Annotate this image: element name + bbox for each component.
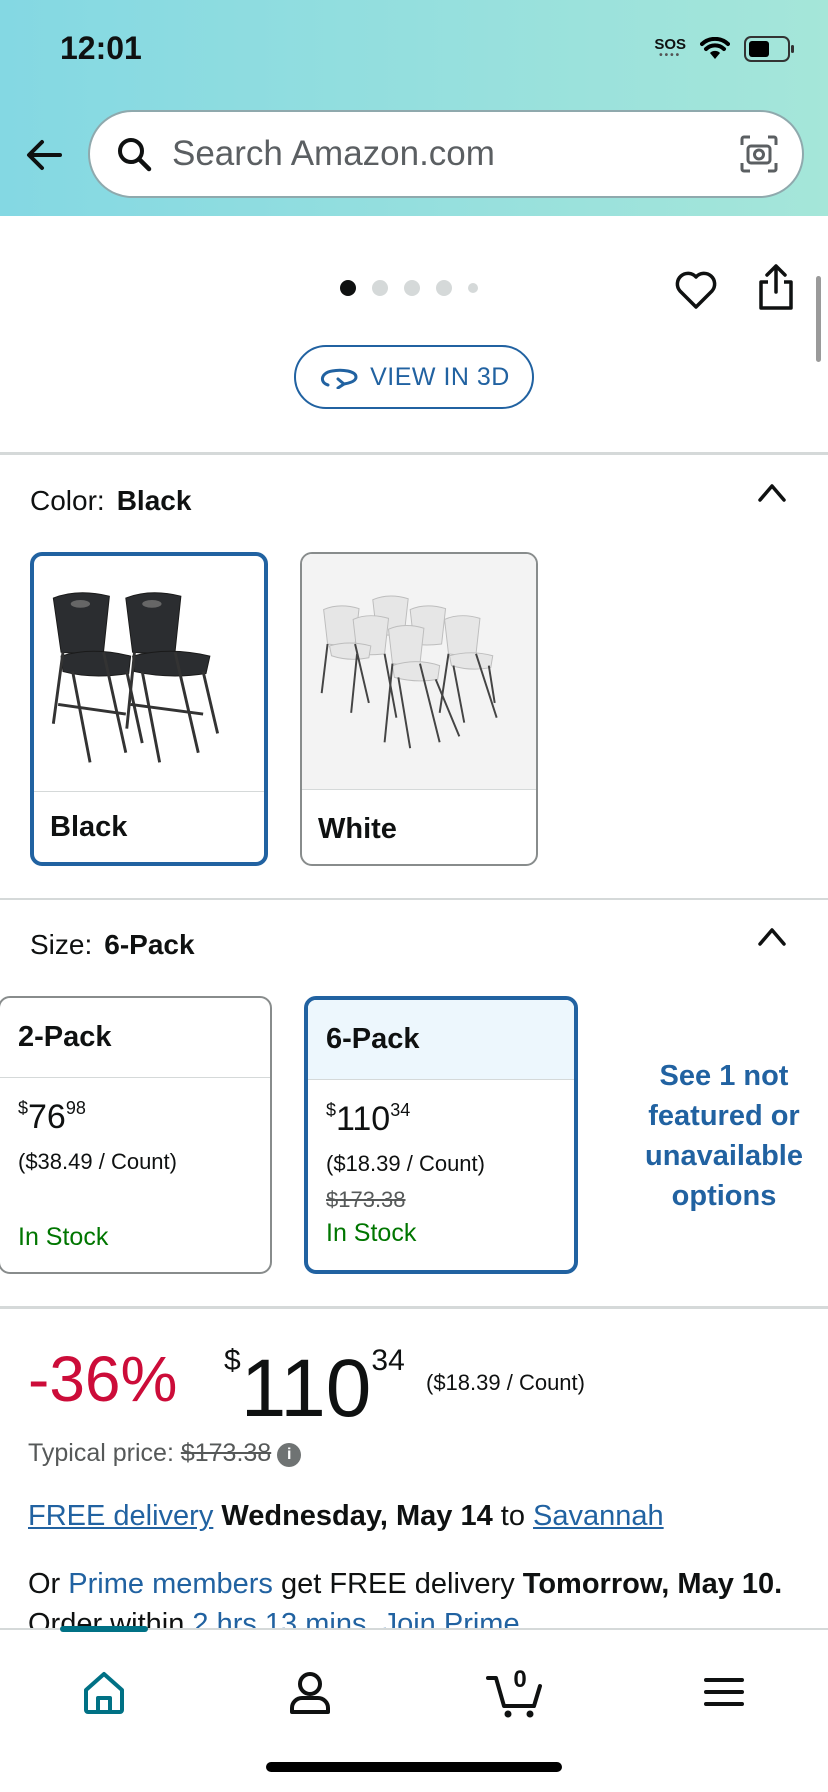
pager-dot[interactable] [468, 283, 478, 293]
pager-dot[interactable] [436, 280, 452, 296]
size-option-6-pack[interactable]: 6-Pack $11034 ($18.39 / Count) $173.38 I… [304, 996, 578, 1274]
size-label: Size: 6-Pack [30, 929, 195, 960]
active-tab-indicator [60, 1626, 148, 1632]
wifi-icon [700, 37, 730, 59]
discount-percent: -36% [28, 1343, 178, 1415]
pager-dot[interactable] [404, 280, 420, 296]
account-icon[interactable] [278, 1660, 342, 1724]
stock-status: In Stock [326, 1219, 417, 1247]
image-pager[interactable] [340, 280, 478, 296]
black-chair-image [34, 592, 264, 792]
size-option-price: $7698 [18, 1098, 86, 1136]
see-unavailable-options-link[interactable]: See 1 not featured or unavailable option… [630, 1056, 818, 1216]
selected-color: Black [116, 485, 192, 516]
search-icon [118, 138, 152, 172]
current-price: $11034 [224, 1343, 405, 1434]
scrollbar[interactable] [816, 276, 821, 362]
selected-size: 6-Pack [104, 929, 195, 960]
heart-icon[interactable] [672, 265, 720, 313]
white-chair-image [302, 554, 536, 790]
divider [0, 1306, 828, 1309]
pager-dot[interactable] [340, 280, 356, 296]
rotate-3d-icon [321, 368, 358, 389]
prime-members-link[interactable]: Prime members [68, 1568, 273, 1600]
size-option-name: 6-Pack [308, 1000, 574, 1080]
list-price: $173.38 [326, 1187, 406, 1212]
delivery-date: Wednesday, May 14 [221, 1500, 493, 1532]
status-time: 12:01 [60, 30, 142, 66]
color-option-label: White [318, 813, 397, 845]
chevron-up-icon[interactable] [756, 924, 788, 948]
prime-delivery-date: Tomorrow, May 10. [522, 1568, 783, 1600]
typical-price: Typical price: $173.38 i [28, 1439, 302, 1468]
home-indicator [266, 1762, 562, 1772]
search-input[interactable]: Search Amazon.com [172, 134, 738, 174]
delivery-info: FREE delivery Wednesday, May 14 to Savan… [28, 1500, 664, 1532]
color-option-black[interactable]: Black [30, 552, 268, 866]
size-option-price: $11034 [326, 1100, 411, 1138]
size-option-2-pack[interactable]: 2-Pack $7698 ($38.49 / Count) In Stock [0, 996, 272, 1274]
home-icon[interactable] [72, 1660, 136, 1724]
back-arrow-icon[interactable] [24, 135, 64, 175]
header: 12:01 SOS •••• Search Amazon.com [0, 0, 828, 216]
color-label: Color: Black [30, 485, 192, 516]
chevron-up-icon[interactable] [756, 480, 788, 504]
status-icons: SOS •••• [654, 36, 796, 62]
stock-status: In Stock [18, 1223, 109, 1251]
divider [0, 898, 828, 900]
sos-indicator: SOS •••• [654, 36, 686, 61]
cart-count: 0 [513, 1666, 527, 1693]
color-option-white[interactable]: White [300, 552, 538, 866]
battery-icon [744, 36, 794, 62]
divider [0, 452, 828, 455]
delivery-location-link[interactable]: Savannah [533, 1500, 664, 1532]
size-option-unit-price: ($18.39 / Count) [326, 1151, 485, 1176]
size-option-unit-price: ($38.49 / Count) [18, 1149, 177, 1174]
search-bar[interactable]: Search Amazon.com [88, 110, 804, 198]
cart-button[interactable]: 0 [484, 1660, 548, 1724]
share-icon[interactable] [756, 262, 796, 312]
view-in-3d-button[interactable]: VIEW IN 3D [294, 345, 534, 409]
view-in-3d-label: VIEW IN 3D [370, 362, 510, 391]
unit-price: ($18.39 / Count) [426, 1370, 585, 1395]
camera-search-icon[interactable] [738, 133, 780, 175]
color-option-label: Black [50, 811, 128, 843]
pager-dot[interactable] [372, 280, 388, 296]
size-option-name: 2-Pack [0, 998, 270, 1078]
free-delivery-link[interactable]: FREE delivery [28, 1500, 213, 1532]
info-icon[interactable]: i [277, 1443, 302, 1467]
menu-icon[interactable] [692, 1660, 756, 1724]
